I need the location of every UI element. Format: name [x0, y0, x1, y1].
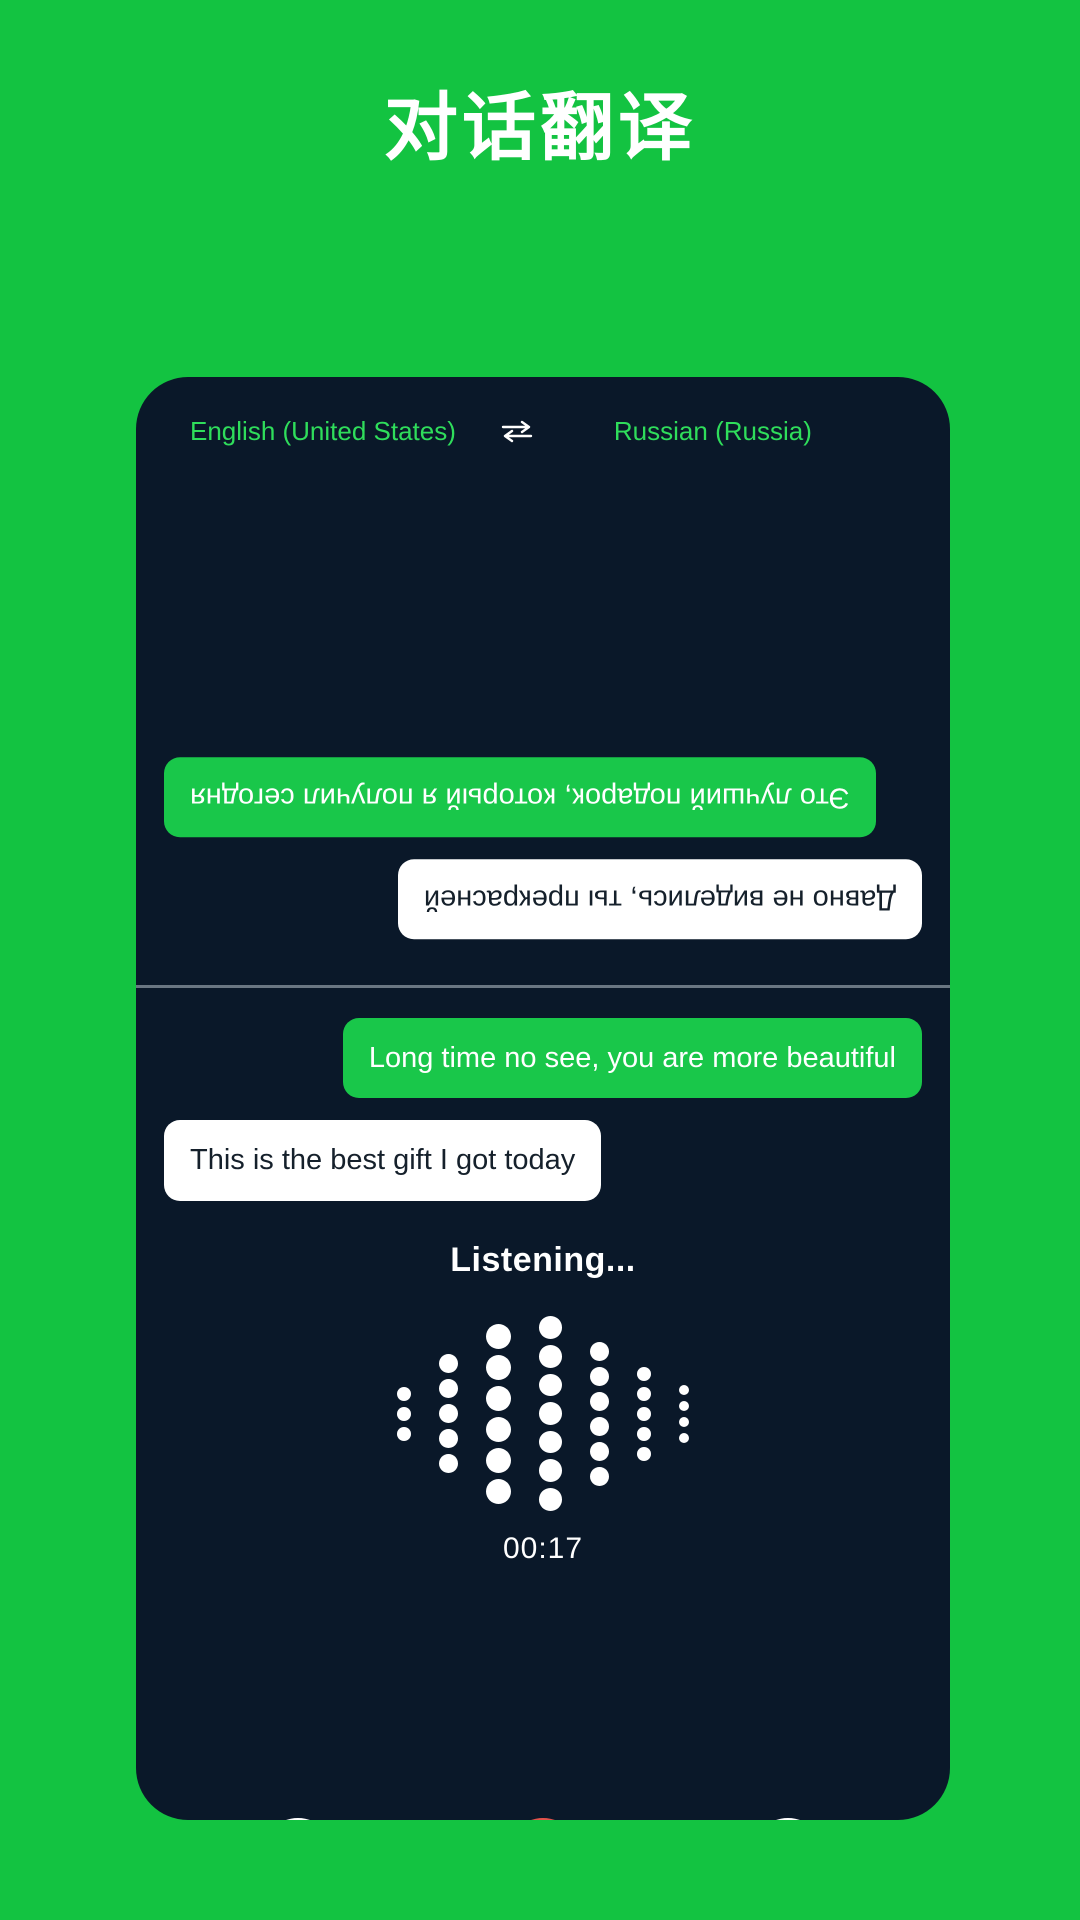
listening-section: Listening... 00:17: [164, 1223, 922, 1801]
transcript-pane: Long time no see, you are more beautiful…: [136, 988, 950, 1800]
repeat-swap-icon[interactable]: [750, 1818, 825, 1820]
language-bar: English (United States) Russian (Russia): [136, 377, 950, 485]
speaker-toggle-button[interactable]: Speaker is on: [177, 1818, 419, 1820]
waveform-dot: [539, 1430, 562, 1454]
waveform-column: [637, 1314, 651, 1514]
translate-icon[interactable]: 文A: [505, 1818, 580, 1820]
chat-bubble[interactable]: Long time no see, you are more beautiful: [342, 1018, 922, 1099]
waveform-dot: [439, 1379, 458, 1398]
chat-bubble[interactable]: Давно не виделись, ты прекрасней: [397, 858, 922, 939]
waveform-dot: [679, 1416, 689, 1427]
quit-button[interactable]: 文A Quit: [422, 1818, 664, 1820]
waveform-column: [397, 1314, 411, 1514]
page-title: 对话翻译: [384, 85, 696, 171]
message-row: This is the best gift I got today: [164, 1120, 922, 1201]
waveform-dot: [637, 1446, 651, 1461]
waveform-dot: [637, 1426, 651, 1441]
waveform-column: [679, 1314, 689, 1514]
waveform-dot: [539, 1316, 562, 1340]
chat-bubble[interactable]: Это лучший подарок, который я получил се…: [164, 756, 876, 837]
waveform-dot: [590, 1416, 609, 1436]
message-row: Long time no see, you are more beautiful: [164, 1018, 922, 1099]
waveform-dot: [679, 1384, 689, 1395]
waveform-dot: [637, 1406, 651, 1421]
audio-waveform-visualizer: [397, 1314, 689, 1514]
transcript-pane-rotated: Это лучший подарок, который я получил се…: [136, 485, 950, 985]
waveform-dot: [539, 1402, 562, 1425]
target-language-selector[interactable]: Russian (Russia): [614, 416, 812, 447]
waveform-dot: [486, 1354, 511, 1380]
waveform-dot: [637, 1366, 651, 1381]
waveform-dot: [486, 1416, 511, 1442]
message-row: Давно не виделись, ты прекрасней: [164, 858, 922, 939]
waveform-dot: [439, 1354, 458, 1373]
waveform-column: [486, 1314, 511, 1514]
waveform-dot: [679, 1432, 689, 1443]
waveform-dot: [439, 1429, 458, 1448]
waveform-dot: [679, 1400, 689, 1411]
waveform-dot: [397, 1426, 411, 1441]
waveform-dot: [486, 1385, 511, 1411]
waveform-dot: [539, 1345, 562, 1368]
waveform-dot: [590, 1391, 609, 1411]
waveform-dot: [486, 1323, 511, 1349]
recording-timer: 00:17: [502, 1531, 584, 1565]
waveform-dot: [486, 1478, 511, 1504]
waveform-dot: [439, 1454, 458, 1473]
source-language-selector[interactable]: English (United States): [190, 416, 456, 447]
waveform-dot: [539, 1373, 562, 1397]
control-bar: Speaker is on 文A Quit Toggle: [136, 1800, 950, 1820]
toggle-button[interactable]: Toggle: [667, 1818, 909, 1820]
waveform-dot: [590, 1441, 609, 1461]
waveform-dot: [397, 1386, 411, 1401]
waveform-column: [590, 1314, 609, 1514]
waveform-dot: [539, 1459, 562, 1482]
waveform-dot: [539, 1487, 562, 1511]
swap-horizontal-icon[interactable]: [500, 419, 534, 443]
waveform-dot: [397, 1406, 411, 1421]
waveform-dot: [439, 1404, 458, 1423]
waveform-column: [539, 1314, 562, 1514]
chat-bubble[interactable]: This is the best gift I got today: [164, 1120, 602, 1201]
waveform-column: [439, 1314, 458, 1514]
phone-card: English (United States) Russian (Russia)…: [136, 377, 950, 1820]
waveform-dot: [590, 1366, 609, 1386]
waveform-dot: [590, 1466, 609, 1486]
waveform-dot: [590, 1341, 609, 1361]
waveform-dot: [637, 1386, 651, 1401]
waveform-dot: [486, 1447, 511, 1473]
speaker-on-icon[interactable]: [261, 1818, 336, 1820]
listening-status-label: Listening...: [450, 1240, 636, 1279]
message-row: Это лучший подарок, который я получил се…: [164, 756, 922, 837]
